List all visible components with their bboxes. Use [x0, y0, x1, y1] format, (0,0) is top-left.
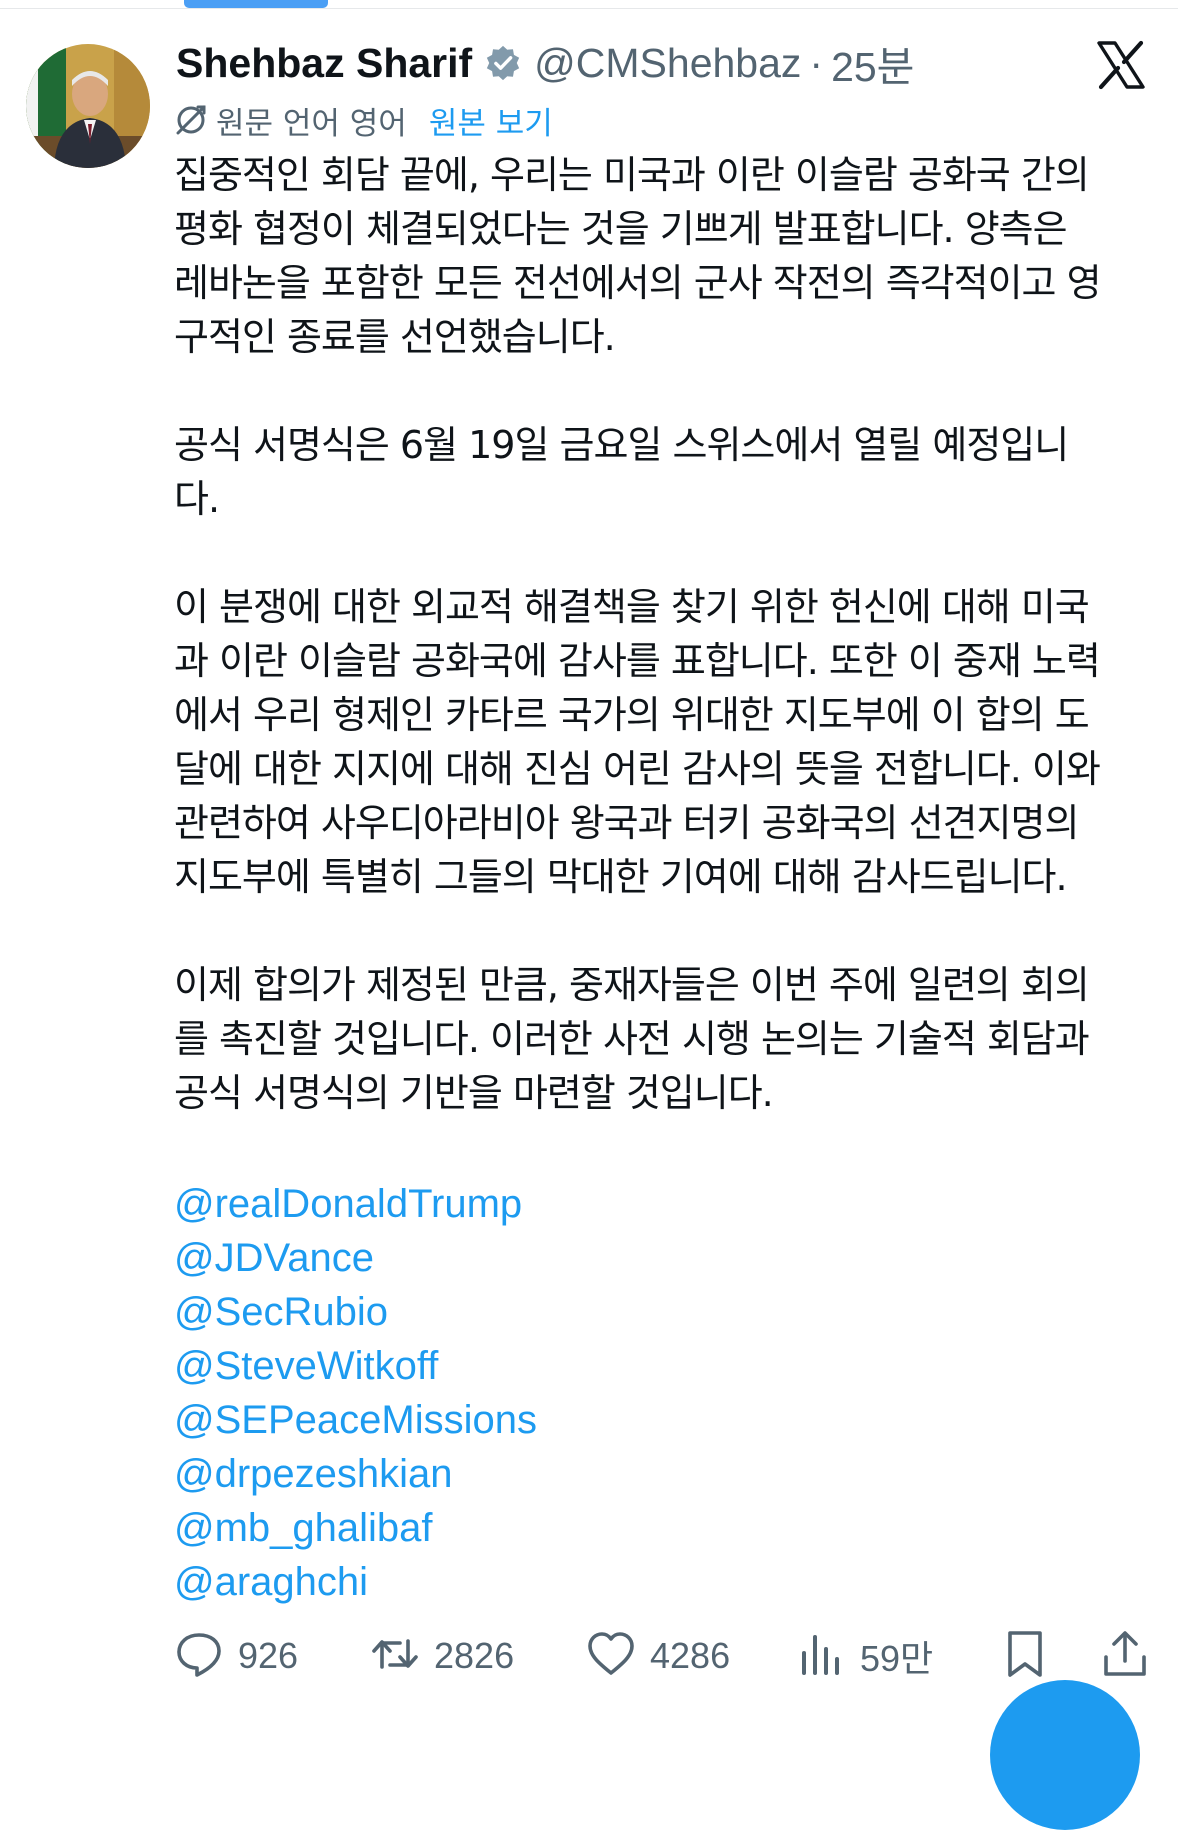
like-count: 4286 [650, 1635, 731, 1676]
repost-button[interactable]: 2826 [370, 1624, 514, 1688]
avatar[interactable] [26, 44, 150, 168]
views-icon [796, 1629, 846, 1683]
heart-icon [586, 1629, 636, 1683]
translation-row: 원문 언어 영어 원본 보기 [174, 96, 553, 144]
like-button[interactable]: 4286 [586, 1624, 730, 1688]
tweet-paragraph: 이 분쟁에 대한 외교적 해결책을 찾기 위한 헌신에 대해 미국 과 이란 이… [174, 585, 1101, 899]
separator-dot: · [809, 39, 824, 86]
tweet-header: Shehbaz Sharif @CMShehbaz · 25분 [176, 33, 914, 93]
views-button[interactable]: 59만 [796, 1624, 933, 1688]
reply-icon [174, 1629, 224, 1683]
tab-indicator [184, 0, 328, 8]
show-original-link[interactable]: 원본 보기 [429, 98, 553, 143]
reply-button[interactable]: 926 [174, 1624, 298, 1688]
reply-count: 926 [238, 1635, 299, 1676]
top-divider [0, 8, 1178, 9]
mention-link[interactable]: @araghchi [174, 1555, 537, 1609]
views-count: 59만 [860, 1638, 934, 1679]
timestamp[interactable]: 25분 [831, 33, 914, 93]
mention-link[interactable]: @SEPeaceMissions [174, 1393, 537, 1447]
translated-from-label: 원문 언어 영어 [216, 105, 407, 142]
mention-link[interactable]: @SteveWitkoff [174, 1339, 537, 1393]
mention-link[interactable]: @drpezeshkian [174, 1447, 537, 1501]
tweet-paragraph: 이제 합의가 제정된 만큼, 중재자들은 이번 주에 일련의 회의 를 촉진할 … [174, 963, 1090, 1115]
bookmark-button[interactable] [1000, 1624, 1050, 1688]
bookmark-icon [1000, 1629, 1050, 1683]
repost-icon [370, 1629, 420, 1683]
mention-link[interactable]: @realDonaldTrump [174, 1177, 537, 1231]
mention-link[interactable]: @SecRubio [174, 1285, 537, 1339]
mention-link[interactable]: @JDVance [174, 1231, 537, 1285]
action-bar: 926 2826 4286 59만 [174, 1624, 1154, 1688]
repost-count: 2826 [434, 1635, 515, 1676]
tweet-body: 집중적인 회담 끝에, 우리는 미국과 이란 이슬람 공화국 간의 평화 협정이… [174, 148, 1154, 1174]
tweet-paragraph: 집중적인 회담 끝에, 우리는 미국과 이란 이슬람 공화국 간의 평화 협정이… [174, 153, 1102, 359]
avatar-image [26, 44, 150, 168]
share-icon [1100, 1629, 1150, 1683]
share-button[interactable] [1100, 1624, 1150, 1688]
mention-link[interactable]: @mb_ghalibaf [174, 1501, 537, 1555]
tweet-paragraph: 공식 서명식은 6월 19일 금요일 스위스에서 열릴 예정입니 다. [174, 423, 1069, 521]
compose-button[interactable] [990, 1680, 1140, 1830]
translate-icon [174, 103, 208, 137]
verified-badge-icon [484, 44, 522, 82]
author-handle[interactable]: @CMShehbaz [534, 40, 801, 87]
x-logo-icon[interactable] [1096, 40, 1146, 90]
display-name[interactable]: Shehbaz Sharif [176, 40, 472, 87]
mention-list: @realDonaldTrump @JDVance @SecRubio @Ste… [174, 1177, 537, 1609]
